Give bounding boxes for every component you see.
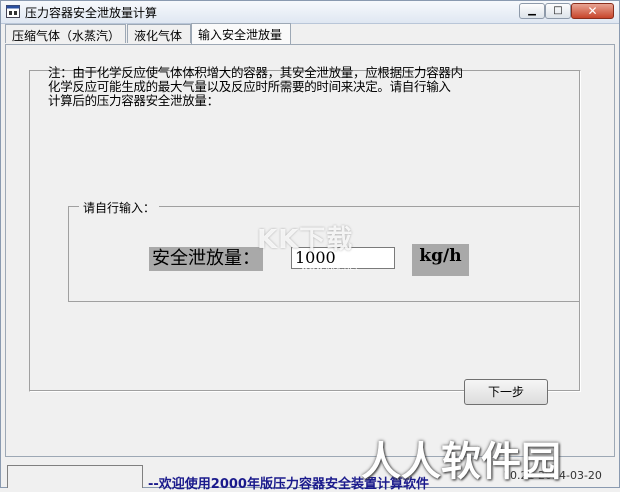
maximize-button[interactable]: □ xyxy=(545,3,571,19)
instruction-note: 注：由于化学反应使气体体积增大的容器，其安全泄放量，应根据压力容器内 化学反应可… xyxy=(48,66,548,108)
next-button[interactable]: 下一步 xyxy=(464,379,548,405)
groupbox-legend: 请自行输入： xyxy=(79,199,160,216)
tab-compressed-gas[interactable]: 压缩气体（水蒸汽） xyxy=(5,24,126,43)
tab-liquefied-gas[interactable]: 液化气体 xyxy=(127,24,191,43)
note-line-1: 注：由于化学反应使气体体积增大的容器，其安全泄放量，应根据压力容器内 xyxy=(48,65,463,80)
status-panel-left xyxy=(7,465,143,488)
minimize-icon: ▁ xyxy=(528,5,536,16)
watermark-kk-url: www.kkx.net xyxy=(301,263,359,273)
minimize-button[interactable]: ▁ xyxy=(519,3,545,19)
relief-amount-label: 安全泄放量： xyxy=(149,247,263,271)
app-icon xyxy=(6,5,20,18)
maximize-icon: □ xyxy=(553,5,563,16)
watermark-rr: 人人软件园 xyxy=(361,439,561,485)
close-icon: ✕ xyxy=(587,4,598,18)
title-bar[interactable]: 压力容器安全泄放量计算 ▁ □ ✕ xyxy=(1,1,619,24)
note-line-3: 计算后的压力容器安全泄放量： xyxy=(48,93,219,108)
close-button[interactable]: ✕ xyxy=(571,3,614,19)
note-line-2: 化学反应可能生成的最大气量以及反应时所需要的时间来决定。请自行输入 xyxy=(48,79,451,94)
watermark-kk: KK下载 xyxy=(257,225,354,255)
tab-input-relief-amount[interactable]: 输入安全泄放量 xyxy=(191,23,291,44)
window-title: 压力容器安全泄放量计算 xyxy=(25,6,158,20)
unit-label: kg/h xyxy=(412,244,469,276)
app-window: 压力容器安全泄放量计算 ▁ □ ✕ 压缩气体（水蒸汽） 液化气体 输入安全泄放量… xyxy=(0,0,620,492)
